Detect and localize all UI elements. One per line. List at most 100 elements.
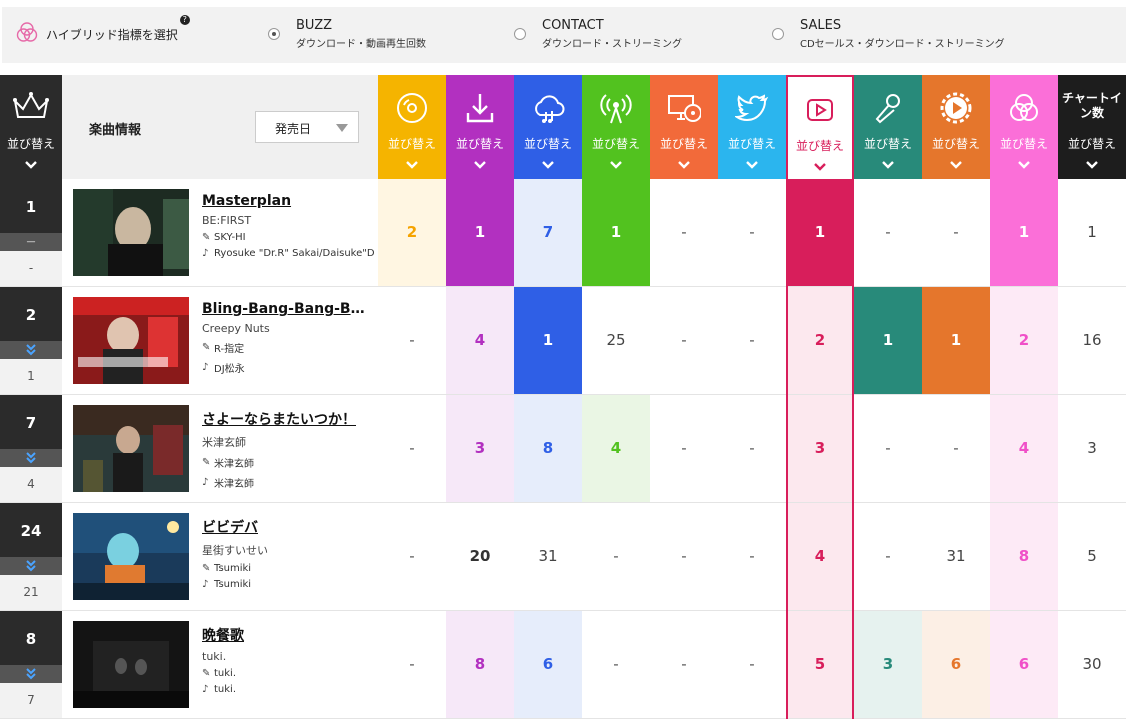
video-thumbnail[interactable] — [73, 189, 189, 276]
cd-icon — [397, 93, 427, 123]
metric-cell: - — [681, 331, 687, 349]
metric-cell: 8 — [446, 611, 514, 718]
sort-select-value: 発売日 — [275, 122, 312, 136]
song-title-link[interactable]: Bling-Bang-Bang-Born — [202, 301, 374, 317]
radio-sales[interactable] — [772, 28, 784, 40]
metric-cell: - — [749, 547, 755, 565]
song-title-link[interactable]: Masterplan — [202, 193, 374, 209]
option-sales-name: SALES — [800, 18, 842, 33]
hybrid-circles-icon — [1010, 94, 1038, 121]
previous-rank: 4 — [27, 477, 35, 491]
table-row[interactable]: 8 7 晩餐歌 tuki. ✎ tuki. ♪ tuki. -8 6- - -5 3 6 6 30 — [0, 611, 1126, 719]
table-row[interactable]: 24 21 ビビデバ 星街すいせい ✎ Tsumiki ♪ Tsumiki - 20 31 - - - 4 -… — [0, 503, 1126, 611]
previous-rank: 21 — [23, 585, 39, 599]
video-thumbnail[interactable] — [73, 621, 189, 708]
sort-select[interactable]: 発売日 — [255, 111, 359, 143]
chart-in-sort-label: 並び替え — [1067, 137, 1116, 151]
song-title-link[interactable]: さよーならまたいつか！ — [202, 409, 374, 429]
song-title-link[interactable]: ビビデバ — [202, 517, 374, 537]
radio-contact[interactable] — [514, 28, 526, 40]
pc-cd-icon — [668, 95, 701, 122]
metric-cell: 1 — [854, 287, 922, 394]
chevron-down-icon — [814, 163, 826, 171]
metric-column-header[interactable]: 並び替え — [582, 75, 650, 179]
metric-cell: 3 — [446, 395, 514, 502]
composer: ♪ Tsumiki — [202, 579, 374, 590]
rank-down-icon — [26, 668, 36, 680]
metric-cell: 25 — [606, 331, 626, 349]
song-info: 晩餐歌 tuki. ✎ tuki. ♪ tuki. — [202, 625, 374, 695]
lyricist-name: SKY-HI — [214, 232, 246, 243]
metric-cell: 20 — [469, 547, 491, 565]
song-info: Masterplan BE:FIRST ✎ SKY-HI ♪ Ryosuke "Dr.R"… — [202, 193, 374, 259]
option-buzz-name: BUZZ — [296, 18, 333, 33]
pen-icon: ✎ — [202, 232, 211, 243]
chart-in-header[interactable]: チャートイン数 並び替え — [1058, 75, 1126, 179]
help-icon[interactable]: ? — [179, 15, 190, 25]
rank-change-indicator — [0, 449, 62, 467]
composer: ♪ Ryosuke "Dr.R" Sakai/Daisuke"DAIS"Miyac… — [202, 248, 374, 259]
table-row[interactable]: 7 4 さよーならまたいつか！ 米津玄師 ✎ 米津玄師 ♪ 米津玄師 -3 8 4- -3- -4 3 — [0, 395, 1126, 503]
table-row[interactable]: 1— - Masterplan BE:FIRST ✎ SKY-HI ♪ Ryosuke "Dr… — [0, 179, 1126, 287]
artist-name: 星街すいせい — [202, 544, 268, 557]
rank-down-icon — [26, 560, 36, 572]
artist-name: tuki. — [202, 650, 227, 663]
metric-cell: - — [409, 655, 415, 673]
metric-column-header[interactable]: 並び替え — [446, 75, 514, 179]
music-note-icon: ♪ — [202, 248, 209, 259]
option-buzz[interactable]: BUZZ ダウンロード・動画再生回数 — [268, 7, 514, 52]
metric-column-header[interactable]: 並び替え — [990, 75, 1058, 179]
lyricist: ✎ tuki. — [202, 668, 374, 679]
metric-cell: - — [409, 547, 415, 565]
hybrid-circles-icon — [16, 22, 38, 42]
youtube-play-icon — [807, 99, 833, 121]
option-contact-name: CONTACT — [542, 18, 604, 33]
play-gear-icon — [940, 92, 972, 124]
chevron-down-icon — [25, 161, 37, 169]
metric-column-header[interactable]: 並び替え — [854, 75, 922, 179]
song-title-link[interactable]: 晩餐歌 — [202, 625, 374, 645]
metric-cell: 1 — [990, 179, 1058, 286]
metric-cell: 3 — [786, 395, 854, 502]
metric-column-header[interactable]: 並び替え — [718, 75, 786, 179]
metric-column-header[interactable]: 並び替え — [922, 75, 990, 179]
metric-cell: - — [885, 547, 891, 565]
sort-label: 並び替え — [591, 137, 640, 151]
metric-cell: 2 — [786, 287, 854, 394]
metric-column-header[interactable]: 並び替え — [378, 75, 446, 179]
metric-cell: - — [409, 331, 415, 349]
metric-cell: - — [749, 331, 755, 349]
metric-column-header[interactable]: 並び替え — [786, 75, 854, 179]
metric-column-header[interactable]: 並び替え — [650, 75, 718, 179]
table-row[interactable]: 2 1 Bling-Bang-Bang-Born Creepy Nuts ✎ R-指定 ♪ D… — [0, 287, 1126, 395]
metric-cell: - — [681, 655, 687, 673]
rank-sort-label: 並び替え — [6, 137, 55, 151]
chart-in-label: チャートイン数 — [1062, 91, 1122, 120]
chevron-down-icon — [474, 161, 486, 169]
composer-name: tuki. — [214, 684, 237, 695]
option-sales[interactable]: SALES CDセールス・ダウンロード・ストリーミング — [772, 7, 1005, 52]
current-rank: 1 — [0, 179, 62, 233]
metric-cell: - — [613, 547, 619, 565]
dropdown-arrow-icon — [336, 124, 348, 132]
option-buzz-desc: ダウンロード・動画再生回数 — [296, 39, 426, 50]
metric-cell: - — [885, 439, 891, 457]
metric-column-header[interactable]: 並び替え — [514, 75, 582, 179]
download-icon — [466, 94, 494, 123]
metric-cell: - — [749, 223, 755, 241]
music-note-icon: ♪ — [202, 684, 209, 695]
chevron-down-icon — [406, 161, 418, 169]
metric-cell: 4 — [786, 503, 854, 610]
metric-cell: - — [953, 223, 959, 241]
chevron-down-icon — [882, 161, 894, 169]
radio-buzz[interactable] — [268, 28, 280, 40]
sort-label: 並び替え — [931, 137, 980, 151]
rank-sort-header[interactable]: 並び替え — [0, 75, 62, 179]
video-thumbnail[interactable] — [73, 297, 189, 384]
video-thumbnail[interactable] — [73, 405, 189, 492]
lyricist: ✎ SKY-HI — [202, 232, 374, 243]
sort-label: 並び替え — [523, 137, 572, 151]
video-thumbnail[interactable] — [73, 513, 189, 600]
option-contact[interactable]: CONTACT ダウンロード・ストリーミング — [514, 7, 772, 52]
metric-cell: - — [681, 439, 687, 457]
